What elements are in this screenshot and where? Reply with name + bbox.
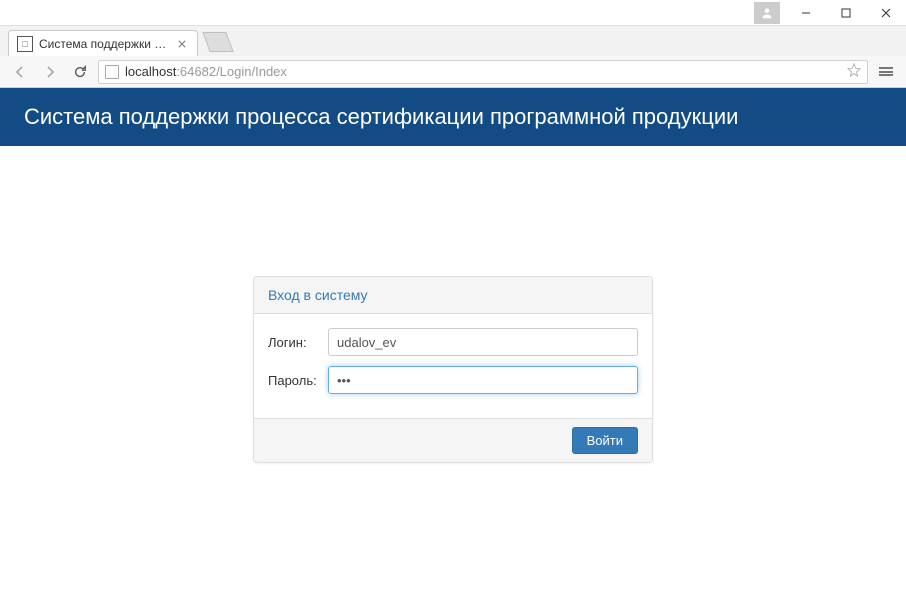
nav-reload-button[interactable] — [68, 60, 92, 84]
browser-tab-strip: □ Система поддержки про — [0, 26, 906, 56]
user-account-icon[interactable] — [754, 2, 780, 24]
tab-title: Система поддержки про — [39, 37, 171, 51]
page-content: Система поддержки процесса сертификации … — [0, 88, 906, 614]
page-title: Система поддержки процесса сертификации … — [0, 88, 906, 146]
password-label: Пароль: — [268, 373, 328, 388]
bookmark-star-icon[interactable] — [847, 63, 861, 80]
login-panel-title: Вход в систему — [254, 277, 652, 314]
url-host: localhost — [125, 64, 176, 79]
browser-tab-active[interactable]: □ Система поддержки про — [8, 30, 198, 56]
login-panel-body: Логин: Пароль: — [254, 314, 652, 418]
login-label: Логин: — [268, 335, 328, 350]
window-maximize-button[interactable] — [826, 0, 866, 26]
nav-back-button[interactable] — [8, 60, 32, 84]
window-titlebar — [0, 0, 906, 26]
window-minimize-button[interactable] — [786, 0, 826, 26]
address-url: localhost:64682/Login/Index — [125, 64, 847, 79]
url-path: :64682/Login/Index — [176, 64, 287, 79]
submit-button[interactable]: Войти — [572, 427, 638, 454]
login-panel-footer: Войти — [254, 418, 652, 462]
tab-favicon-icon: □ — [17, 36, 33, 52]
address-bar[interactable]: localhost:64682/Login/Index — [98, 60, 868, 84]
new-tab-button[interactable] — [202, 32, 233, 52]
site-info-icon[interactable] — [105, 65, 119, 79]
login-row: Логин: — [268, 328, 638, 356]
password-row: Пароль: — [268, 366, 638, 394]
login-panel: Вход в систему Логин: Пароль: Войти — [253, 276, 653, 463]
chrome-menu-button[interactable] — [874, 60, 898, 84]
window-close-button[interactable] — [866, 0, 906, 26]
nav-forward-button[interactable] — [38, 60, 62, 84]
login-wrapper: Вход в систему Логин: Пароль: Войти — [0, 146, 906, 463]
login-input[interactable] — [328, 328, 638, 356]
password-input[interactable] — [328, 366, 638, 394]
browser-toolbar: localhost:64682/Login/Index — [0, 56, 906, 88]
tab-close-icon[interactable] — [175, 37, 189, 51]
